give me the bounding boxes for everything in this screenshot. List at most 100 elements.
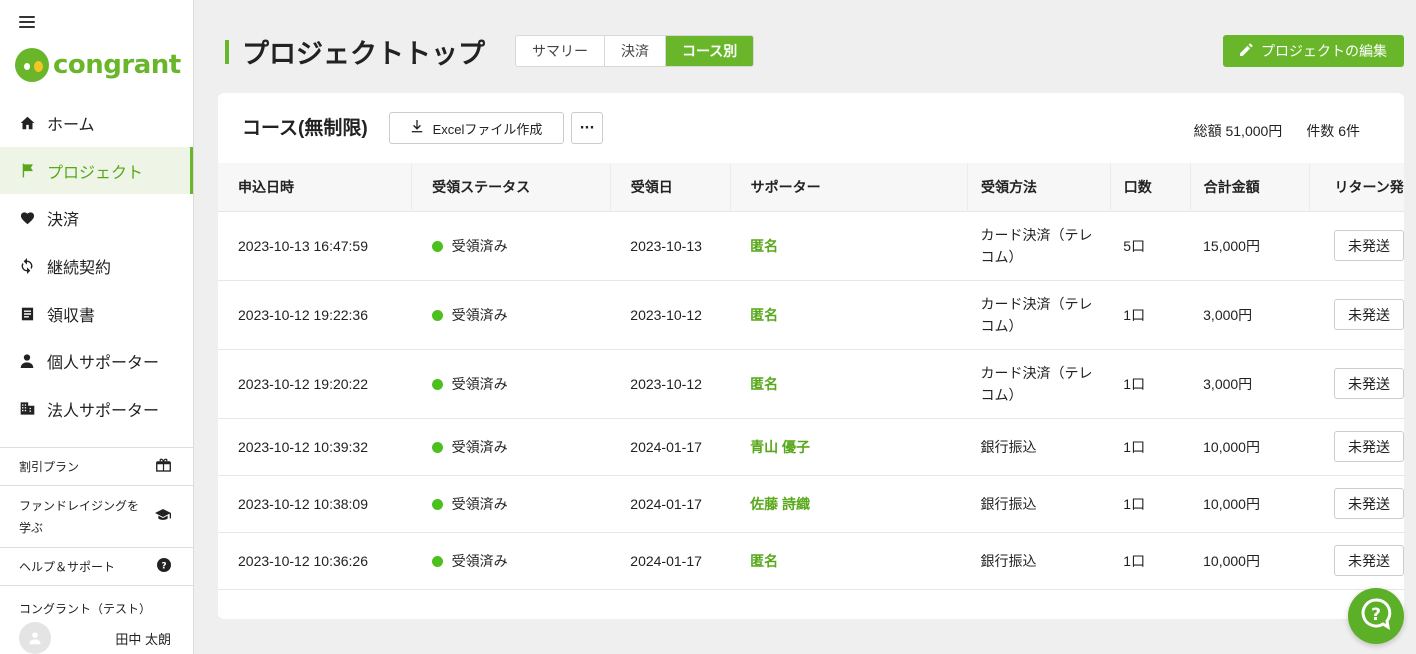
nav-item-corporate-supporters[interactable]: 法人サポーター <box>0 385 193 433</box>
cell-received-date: 2024-01-17 <box>610 531 731 590</box>
nav-label: 個人サポーター <box>47 355 160 373</box>
congrant-logo[interactable]: congrant <box>15 46 181 84</box>
edit-project-label: プロジェクトの編集 <box>1261 43 1387 59</box>
column-header-method[interactable]: 受領方法 <box>967 163 1111 211</box>
table-row[interactable]: 2023-10-12 10:38:09 受領済み 2024-01-17 佐藤 詩… <box>218 474 1404 532</box>
cell-received-date: 2024-01-17 <box>610 417 731 475</box>
cell-method: カード決済（テレ コム） <box>967 210 1111 280</box>
page-title: プロジェクトトップ <box>242 39 485 69</box>
column-header-supporter[interactable]: サポーター <box>730 163 969 211</box>
graduation-cap-icon <box>155 506 171 528</box>
cell-received-date: 2024-01-17 <box>610 474 731 532</box>
course-card: コース(無制限) Excelファイル作成 ··· 総額 51,000円 件数 6… <box>218 93 1404 619</box>
status-text: 受領済み <box>451 306 508 323</box>
total-amount: 総額 51,000円 <box>1193 123 1283 139</box>
status-text: 受領済み <box>451 438 508 455</box>
supporter-link[interactable]: 青山 優子 <box>750 439 810 455</box>
status-dot <box>431 441 443 453</box>
learn-fundraising-link[interactable]: ファンドレイジングを 学ぶ <box>0 485 193 547</box>
return-status-button[interactable]: 未発送 <box>1333 368 1404 399</box>
cell-date: 2023-10-13 16:47:59 <box>218 210 412 280</box>
column-header-date[interactable]: 申込日時 <box>218 163 413 211</box>
sidebar: congrant ホーム プロジェクト 決済 継続契約 領収書 個人サポーター <box>0 0 194 654</box>
cell-units: 1口 <box>1110 348 1191 418</box>
table-row[interactable]: 2023-10-12 19:22:36 受領済み 2023-10-12 匿名 カ… <box>218 279 1404 349</box>
course-table: 申込日時 受領ステータス 受領日 サポーター 受領方法 口数 合計金額 リターン… <box>218 163 1404 590</box>
status-dot <box>431 555 443 567</box>
user-row[interactable]: 田中 太朗 <box>19 622 171 654</box>
cell-amount: 10,000円 <box>1190 417 1310 475</box>
cell-return: 未発送 <box>1309 279 1404 349</box>
nav-item-payment[interactable]: 決済 <box>0 194 193 242</box>
cell-return: 未発送 <box>1309 474 1404 532</box>
nav-label: 決済 <box>47 212 80 230</box>
column-header-received-date[interactable]: 受領日 <box>610 163 731 211</box>
cell-supporter: 匿名 <box>730 210 968 280</box>
supporter-link[interactable]: 匿名 <box>750 307 778 323</box>
cell-amount: 3,000円 <box>1190 279 1310 349</box>
table-row[interactable]: 2023-10-12 19:20:22 受領済み 2023-10-12 匿名 カ… <box>218 348 1404 418</box>
help-question-icon: ? <box>1359 597 1393 635</box>
column-header-status[interactable]: 受領ステータス <box>411 163 611 211</box>
menu-icon[interactable] <box>19 16 35 30</box>
cell-method: 銀行振込 <box>967 474 1111 532</box>
column-header-units[interactable]: 口数 <box>1110 163 1191 211</box>
nav-item-individual-supporters[interactable]: 個人サポーター <box>0 337 193 385</box>
course-title: コース(無制限) <box>242 118 368 139</box>
supporter-link[interactable]: 佐藤 詩織 <box>750 496 810 512</box>
cell-method: 銀行振込 <box>967 531 1111 590</box>
logo-mark <box>15 48 49 82</box>
method-line-2: コム） <box>980 248 1023 265</box>
return-status-button[interactable]: 未発送 <box>1333 299 1404 330</box>
discount-plan-link[interactable]: 割引プラン <box>0 447 193 485</box>
help-circle-icon: ? <box>157 558 171 575</box>
column-header-amount[interactable]: 合計金額 <box>1190 163 1311 211</box>
status-dot <box>431 498 443 510</box>
nav-item-project[interactable]: プロジェクト <box>0 146 193 195</box>
nav-item-home[interactable]: ホーム <box>0 99 193 147</box>
nav-item-subscription[interactable]: 継続契約 <box>0 242 193 290</box>
summary: 総額 51,000円 件数 6件 <box>1194 121 1360 141</box>
supporter-link[interactable]: 匿名 <box>750 376 778 392</box>
account-section[interactable]: コングラント（テスト） 田中 太朗 <box>0 585 193 654</box>
nav-item-receipt[interactable]: 領収書 <box>0 290 193 338</box>
help-support-label: ヘルプ＆サポート <box>19 560 116 574</box>
table-row[interactable]: 2023-10-12 10:36:26 受領済み 2024-01-17 匿名 銀… <box>218 531 1404 590</box>
table-row[interactable]: 2023-10-12 10:39:32 受領済み 2024-01-17 青山 優… <box>218 417 1404 475</box>
record-count: 件数 6件 <box>1306 123 1360 139</box>
tab-payment[interactable]: 決済 <box>605 36 666 66</box>
create-excel-button[interactable]: Excelファイル作成 <box>389 112 564 144</box>
cell-units: 1口 <box>1110 279 1191 349</box>
status-text: 受領済み <box>451 495 508 512</box>
cell-received-date: 2023-10-12 <box>610 279 731 349</box>
return-status-button[interactable]: 未発送 <box>1333 431 1404 462</box>
cell-supporter: 佐藤 詩織 <box>730 474 968 532</box>
return-status-button[interactable]: 未発送 <box>1333 230 1404 261</box>
return-status-button[interactable]: 未発送 <box>1333 488 1404 519</box>
supporter-link[interactable]: 匿名 <box>750 238 778 254</box>
person-icon <box>19 353 35 369</box>
cell-received-date: 2023-10-12 <box>610 348 731 418</box>
building-icon <box>19 401 35 417</box>
cell-units: 1口 <box>1110 474 1191 532</box>
edit-project-button[interactable]: プロジェクトの編集 <box>1223 35 1404 67</box>
more-options-button[interactable]: ··· <box>571 112 603 144</box>
help-chat-button[interactable]: ? <box>1348 588 1404 644</box>
cell-return: 未発送 <box>1309 210 1404 280</box>
column-header-return[interactable]: リターン発 <box>1309 163 1404 211</box>
organization-name: コングラント（テスト） <box>19 602 152 616</box>
tab-by-course[interactable]: コース別 <box>666 36 754 66</box>
return-status-button[interactable]: 未発送 <box>1333 545 1404 576</box>
tab-summary[interactable]: サマリー <box>516 36 605 66</box>
cell-date: 2023-10-12 10:36:26 <box>218 531 412 590</box>
cell-units: 1口 <box>1110 417 1191 475</box>
cell-amount: 3,000円 <box>1190 348 1310 418</box>
supporter-link[interactable]: 匿名 <box>750 553 778 569</box>
create-excel-label: Excelファイル作成 <box>432 121 543 137</box>
table-header-row: 申込日時 受領ステータス 受領日 サポーター 受領方法 口数 合計金額 リターン… <box>218 163 1404 211</box>
help-support-link[interactable]: ヘルプ＆サポート ? <box>0 547 193 585</box>
table-row[interactable]: 2023-10-13 16:47:59 受領済み 2023-10-13 匿名 カ… <box>218 210 1404 280</box>
cell-date: 2023-10-12 10:38:09 <box>218 474 412 532</box>
cell-amount: 10,000円 <box>1190 531 1310 590</box>
learn-line-2: 学ぶ <box>19 520 44 535</box>
